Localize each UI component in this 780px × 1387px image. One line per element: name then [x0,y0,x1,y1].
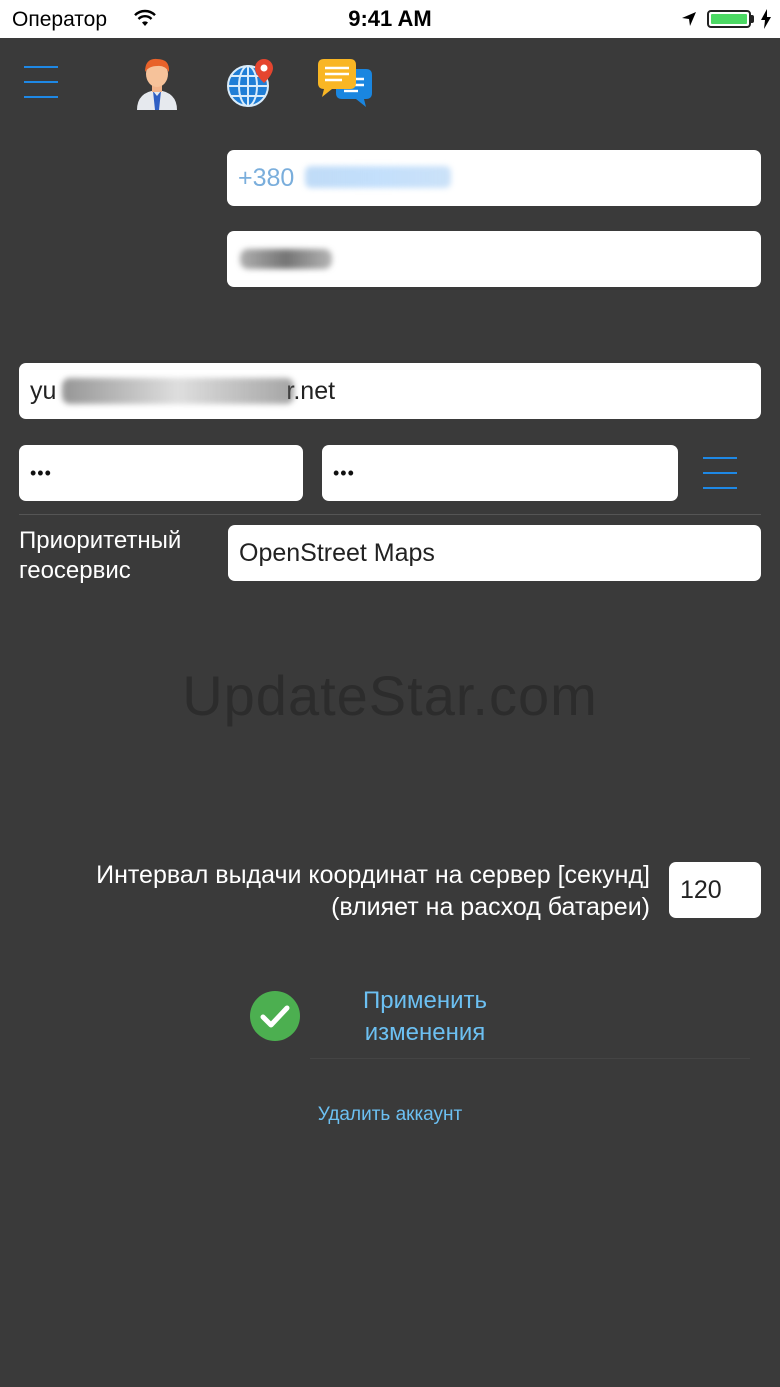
battery-tip [751,15,754,23]
globe-location-icon[interactable] [226,57,276,109]
password-field[interactable]: ••• [19,445,303,501]
password-confirm-value: ••• [333,462,355,483]
email-value-start: yu [30,376,57,405]
geoservice-value: OpenStreet Maps [239,538,435,567]
checkmark-icon[interactable] [249,990,301,1042]
redacted-email-blur [62,378,294,404]
redacted-phone-blur [305,166,451,188]
section-divider [19,514,761,515]
status-bar: Оператор 9:41 AM [0,0,780,38]
location-arrow-icon [682,12,696,26]
apply-changes-button[interactable]: Применить изменения [320,985,530,1049]
battery-icon [707,10,751,28]
chat-bubbles-icon[interactable] [316,57,372,109]
menu-icon[interactable] [24,66,58,111]
profile-icon[interactable] [134,56,180,110]
redacted-name-blur [240,249,332,269]
geoservice-select[interactable]: OpenStreet Maps [228,525,761,581]
charging-bolt-icon [761,9,771,29]
delete-account-link[interactable]: Удалить аккаунт [0,1104,780,1126]
interval-label-line2: (влияет на расход батареи) [331,893,650,921]
password-menu-icon[interactable] [703,457,737,502]
password-value: ••• [30,462,52,483]
apply-label-line1: Применить [362,987,487,1014]
clock: 9:41 AM [348,6,432,31]
apply-divider [310,1058,750,1059]
phone-value: +380 [238,163,295,192]
password-confirm-field[interactable]: ••• [322,445,678,501]
watermark: UpdateStar.com [182,664,598,727]
apply-label-line2: изменения [364,1019,486,1046]
geoservice-label: Приоритетный геосервис [19,527,182,584]
interval-input[interactable]: 120 [669,862,761,918]
interval-label-line1: Интервал выдачи координат на сервер [сек… [96,861,650,889]
interval-value: 120 [680,875,722,904]
interval-label: Интервал выдачи координат на сервер [сек… [0,859,650,923]
